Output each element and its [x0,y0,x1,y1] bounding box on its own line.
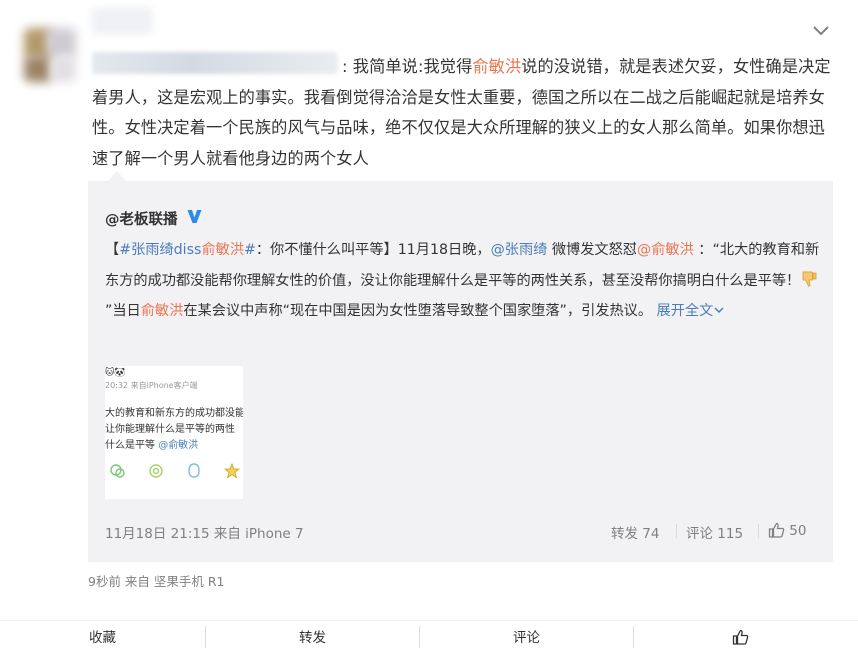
repost-author-link[interactable]: @老板联播 [105,208,178,229]
chevron-down-icon[interactable] [810,22,832,40]
repost-seg6: 在某会议中声称“现在中国是因为女性堕落导致整个国家堕落”，引发热议。 [183,303,653,319]
like-button[interactable] [634,621,847,658]
post-time-source: 9秒前 来自 坚果手机 R1 [88,574,225,589]
hashtag-link[interactable]: #张雨绮diss俞敏洪# [119,242,256,258]
red-name-link[interactable]: 俞敏洪 [141,303,184,319]
chevron-small-down-icon [714,307,724,314]
favorite-button[interactable]: 收藏 [0,621,205,658]
hashtag-end: # [243,242,256,258]
avatar[interactable] [6,18,84,86]
wechat-icon [109,462,127,480]
repost-like-button[interactable]: 50 [768,522,806,539]
thumbnail-mention: @俞敏洪 [158,440,199,451]
repost-forward-count[interactable]: 转发 74 [611,522,659,542]
repost-seg2: ：你不懂什么叫平等】11月18日晚， [255,242,491,258]
thumbs-up-icon [732,629,749,645]
repost-seg3: 微博发文怒怼 [547,242,637,258]
forward-button[interactable]: 转发 [206,621,419,658]
comment-button[interactable]: 评论 [420,621,633,658]
repost-seg1: 【 [105,242,120,258]
qq-icon [185,462,203,480]
thumbs-up-icon [768,522,785,538]
thumbnail-emoji-icons: 🐱🐼 [105,368,126,378]
mention-link-2[interactable]: @俞敏洪 [637,242,694,258]
post-text: : 我简单说:我觉得俞敏洪说的没说错，就是表述欠妥，女性确是决定着男人，这是宏观… [92,52,832,174]
mention-link[interactable]: 俞敏洪 [472,57,521,76]
mention-link-1[interactable]: @张雨绮 [491,242,548,258]
repost-like-count: 50 [789,523,807,539]
thumbnail-line-2: 让你能理解什么是平等的两性 [105,424,235,435]
repost-card: @老板联播 【#张雨绮diss俞敏洪#：你不懂什么叫平等】11月18日晚，@张雨… [88,181,833,562]
hashtag-text: #张雨绮diss [119,242,202,258]
expand-full-text-link[interactable]: 展开全文 [657,303,726,319]
thumbnail-share-icons [109,462,243,482]
thumbnail-line-1: 大的教育和新东方的成功都没能 [105,408,243,419]
image-thumbnail[interactable]: 🐱🐼 20:32 来自iPhone客户端 大的教育和新东方的成功都没能 让你能理… [105,366,243,499]
thumbnail-meta: 20:32 来自iPhone客户端 [105,381,198,390]
repost-seg5: ”当日 [105,303,141,319]
moments-icon [147,462,165,480]
stat-divider [758,524,759,538]
post-text-prefix: : 我简单说:我觉得 [342,57,473,76]
expand-label: 展开全文 [656,303,714,319]
verified-v-icon [186,208,203,225]
thumbs-down-emoji-icon [800,269,818,287]
star-icon [223,462,241,480]
thumbnail-line-3-text: 什么是平等 [105,440,159,451]
stat-divider [676,524,677,538]
repost-comment-count[interactable]: 评论 115 [686,522,743,542]
thumbnail-line-3: 什么是平等 @俞敏洪 [105,436,198,451]
blurred-badge [92,8,152,34]
action-bar: 收藏 转发 评论 [0,620,858,658]
repost-text: 【#张雨绮diss俞敏洪#：你不懂什么叫平等】11月18日晚，@张雨绮 微博发文… [105,235,825,327]
hashtag-red-text: 俞敏洪 [201,242,244,258]
repost-pointer [108,171,126,181]
repost-time-source: 11月18日 21:15 来自 iPhone 7 [105,526,304,542]
